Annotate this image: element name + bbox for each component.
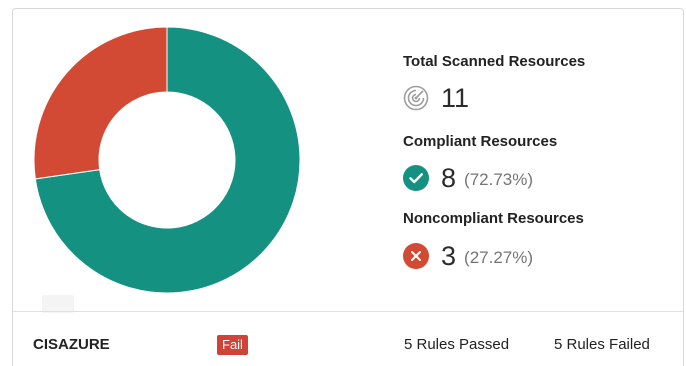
framework-name: CISAZURE	[33, 336, 110, 353]
compliant-label: Compliant Resources	[403, 133, 558, 150]
rules-passed-count: 5 Rules Passed	[404, 336, 510, 353]
donut-slice-noncompliant[interactable]	[33, 26, 168, 180]
compliant-value: 8	[441, 163, 457, 193]
total-scanned-value: 11	[441, 83, 470, 113]
noncompliant-label: Noncompliant Resources	[403, 210, 584, 227]
total-scanned-row: 11	[403, 83, 469, 113]
compliance-summary-card: Total Scanned Resources 11 Compliant Res…	[12, 8, 684, 366]
total-scanned-label: Total Scanned Resources	[403, 53, 586, 70]
noncompliant-row: 3 (27.27%)	[403, 239, 533, 273]
noncompliant-percent: (27.27%)	[464, 248, 534, 267]
check-circle-icon	[403, 165, 429, 191]
donut-chart-svg	[33, 26, 301, 294]
rules-failed-count: 5 Rules Failed	[554, 336, 650, 353]
radar-icon	[403, 85, 429, 111]
compliance-donut-chart	[13, 9, 323, 313]
noncompliant-value: 3	[441, 241, 457, 271]
status-badge: Fail	[217, 335, 248, 355]
close-circle-icon	[403, 243, 429, 269]
footer-divider	[13, 311, 683, 312]
compliant-percent: (72.73%)	[464, 170, 534, 189]
compliant-row: 8 (72.73%)	[403, 161, 533, 195]
